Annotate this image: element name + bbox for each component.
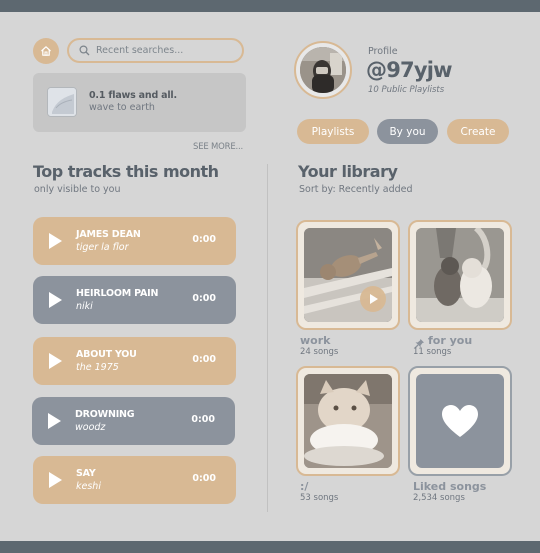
track-artist: keshi [76, 481, 101, 492]
track-duration: 0:00 [191, 414, 215, 425]
heart-icon [442, 405, 478, 437]
track-artist: the 1975 [76, 362, 119, 373]
track-row[interactable]: HEIRLOOM PAIN niki 0:00 [33, 276, 236, 324]
playlist-tile-for-you[interactable] [408, 220, 512, 330]
library-sort[interactable]: Sort by: Recently added [299, 184, 413, 195]
album-cover [47, 87, 77, 117]
top-tracks-subtitle: only visible to you [34, 184, 121, 195]
track-row[interactable]: SAY keshi 0:00 [33, 456, 236, 504]
public-playlists-count: 10 Public Playlists [368, 85, 445, 95]
tab-playlists[interactable]: Playlists [297, 119, 369, 144]
tab-by-you[interactable]: By you [377, 119, 438, 144]
home-icon [41, 46, 51, 56]
track-title: DROWNING [75, 409, 135, 420]
column-divider [267, 164, 268, 512]
see-more-link[interactable]: SEE MORE... [193, 142, 243, 152]
search-input[interactable] [96, 45, 226, 56]
playlist-count: 2,534 songs [413, 493, 465, 503]
play-icon[interactable] [49, 472, 62, 488]
play-icon[interactable] [48, 413, 61, 429]
track-title: SAY [76, 468, 96, 479]
track-duration: 0:00 [192, 234, 216, 245]
playlist-tile-work[interactable] [296, 220, 400, 330]
track-artist: tiger la flor [76, 242, 129, 253]
recent-search-item[interactable]: 0.1 flaws and all. wave to earth [33, 73, 246, 132]
track-title: HEIRLOOM PAIN [76, 288, 159, 299]
playlist-count: 11 songs [413, 347, 452, 357]
track-row[interactable]: ABOUT YOU the 1975 0:00 [33, 337, 236, 385]
home-button[interactable] [33, 38, 59, 64]
playlist-name: Liked songs [413, 480, 487, 493]
track-row[interactable]: JAMES DEAN tiger la flor 0:00 [33, 217, 236, 265]
search-bar[interactable] [67, 38, 244, 63]
profile-handle: @97yjw [366, 58, 453, 82]
playlist-cover [304, 228, 392, 322]
profile-label: Profile [368, 46, 398, 57]
recent-artist: wave to earth [89, 102, 155, 113]
track-row[interactable]: DROWNING woodz 0:00 [32, 397, 235, 445]
track-duration: 0:00 [192, 473, 216, 484]
playlist-cover [304, 374, 392, 468]
track-title: JAMES DEAN [76, 229, 141, 240]
playlist-name: :/ [300, 480, 309, 493]
liked-songs-cover [416, 374, 504, 468]
tab-create[interactable]: Create [447, 119, 509, 144]
track-title: ABOUT YOU [76, 349, 137, 360]
playlist-cover [416, 228, 504, 322]
track-artist: niki [76, 301, 93, 312]
search-icon [79, 45, 90, 56]
play-button[interactable] [360, 286, 386, 312]
playlist-tile-liked-songs[interactable] [408, 366, 512, 476]
play-icon[interactable] [49, 292, 62, 308]
play-icon[interactable] [49, 233, 62, 249]
playlist-count: 24 songs [300, 347, 339, 357]
playlist-name: work [300, 334, 331, 347]
track-artist: woodz [75, 422, 106, 433]
top-tracks-title: Top tracks this month [33, 162, 219, 181]
playlist-count: 53 songs [300, 493, 339, 503]
track-duration: 0:00 [192, 354, 216, 365]
avatar [300, 47, 346, 93]
library-title: Your library [298, 162, 398, 181]
profile-avatar-ring[interactable] [294, 41, 352, 99]
recent-title: 0.1 flaws and all. [89, 90, 177, 101]
play-icon[interactable] [49, 353, 62, 369]
playlist-name: for you [428, 334, 473, 347]
playlist-tile-sad[interactable] [296, 366, 400, 476]
track-duration: 0:00 [192, 293, 216, 304]
